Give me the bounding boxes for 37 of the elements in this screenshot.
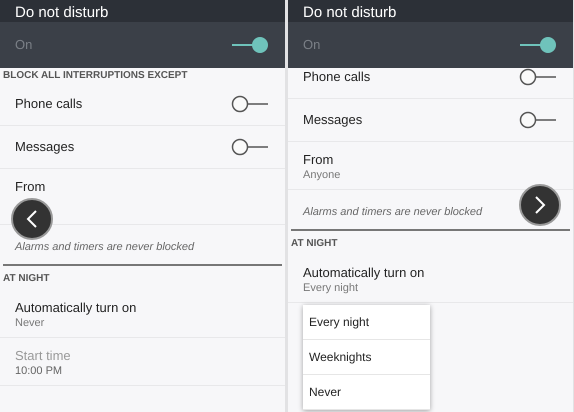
menu-item[interactable]: Weeknights <box>303 340 430 375</box>
setting-label: Start time <box>15 348 72 363</box>
setting-value: Anyone <box>303 169 342 182</box>
toggle-switch[interactable] <box>230 36 270 54</box>
screen-title: Do not disturb <box>303 4 396 22</box>
toggle-switch[interactable] <box>230 95 270 113</box>
toggle-switch[interactable] <box>230 138 270 156</box>
screen-title: Do not disturb <box>15 4 108 22</box>
setting-value: Never <box>15 317 46 330</box>
note-text: Alarms and timers are never blocked <box>15 241 194 253</box>
setting-row[interactable]: Automatically turn on Every night <box>288 255 573 303</box>
toggle-switch[interactable] <box>518 68 558 86</box>
chevron-right-icon <box>534 196 546 214</box>
setting-label: Messages <box>15 138 74 156</box>
menu-item[interactable]: Never <box>303 375 430 410</box>
previous-button[interactable] <box>11 198 53 240</box>
setting-value: Every night <box>303 282 360 295</box>
chevron-left-icon <box>26 210 38 228</box>
setting-label: Phone calls <box>303 68 370 86</box>
section-heading: AT NIGHT <box>3 272 50 286</box>
toggle-label: On <box>303 36 320 54</box>
setting-value: 10:00 PM <box>15 365 64 378</box>
setting-label: Automatically turn on <box>15 300 138 315</box>
setting-label: Messages <box>303 111 362 130</box>
setting-label: Automatically turn on <box>303 265 426 280</box>
section-heading: BLOCK ALL INTERRUPTIONS EXCEPT <box>3 69 188 83</box>
setting-row[interactable]: Automatically turn on Never <box>0 290 285 338</box>
section-heading: AT NIGHT <box>291 236 338 250</box>
setting-label: From <box>15 179 46 194</box>
toggle-switch[interactable] <box>518 36 558 54</box>
menu-item[interactable]: Every night <box>303 305 430 340</box>
note-text: Alarms and timers are never blocked <box>303 206 482 218</box>
next-button[interactable] <box>519 184 561 226</box>
toggle-switch[interactable] <box>518 111 558 129</box>
setting-label: From <box>303 152 334 167</box>
setting-label: Phone calls <box>15 95 82 114</box>
toggle-label: On <box>15 36 32 54</box>
